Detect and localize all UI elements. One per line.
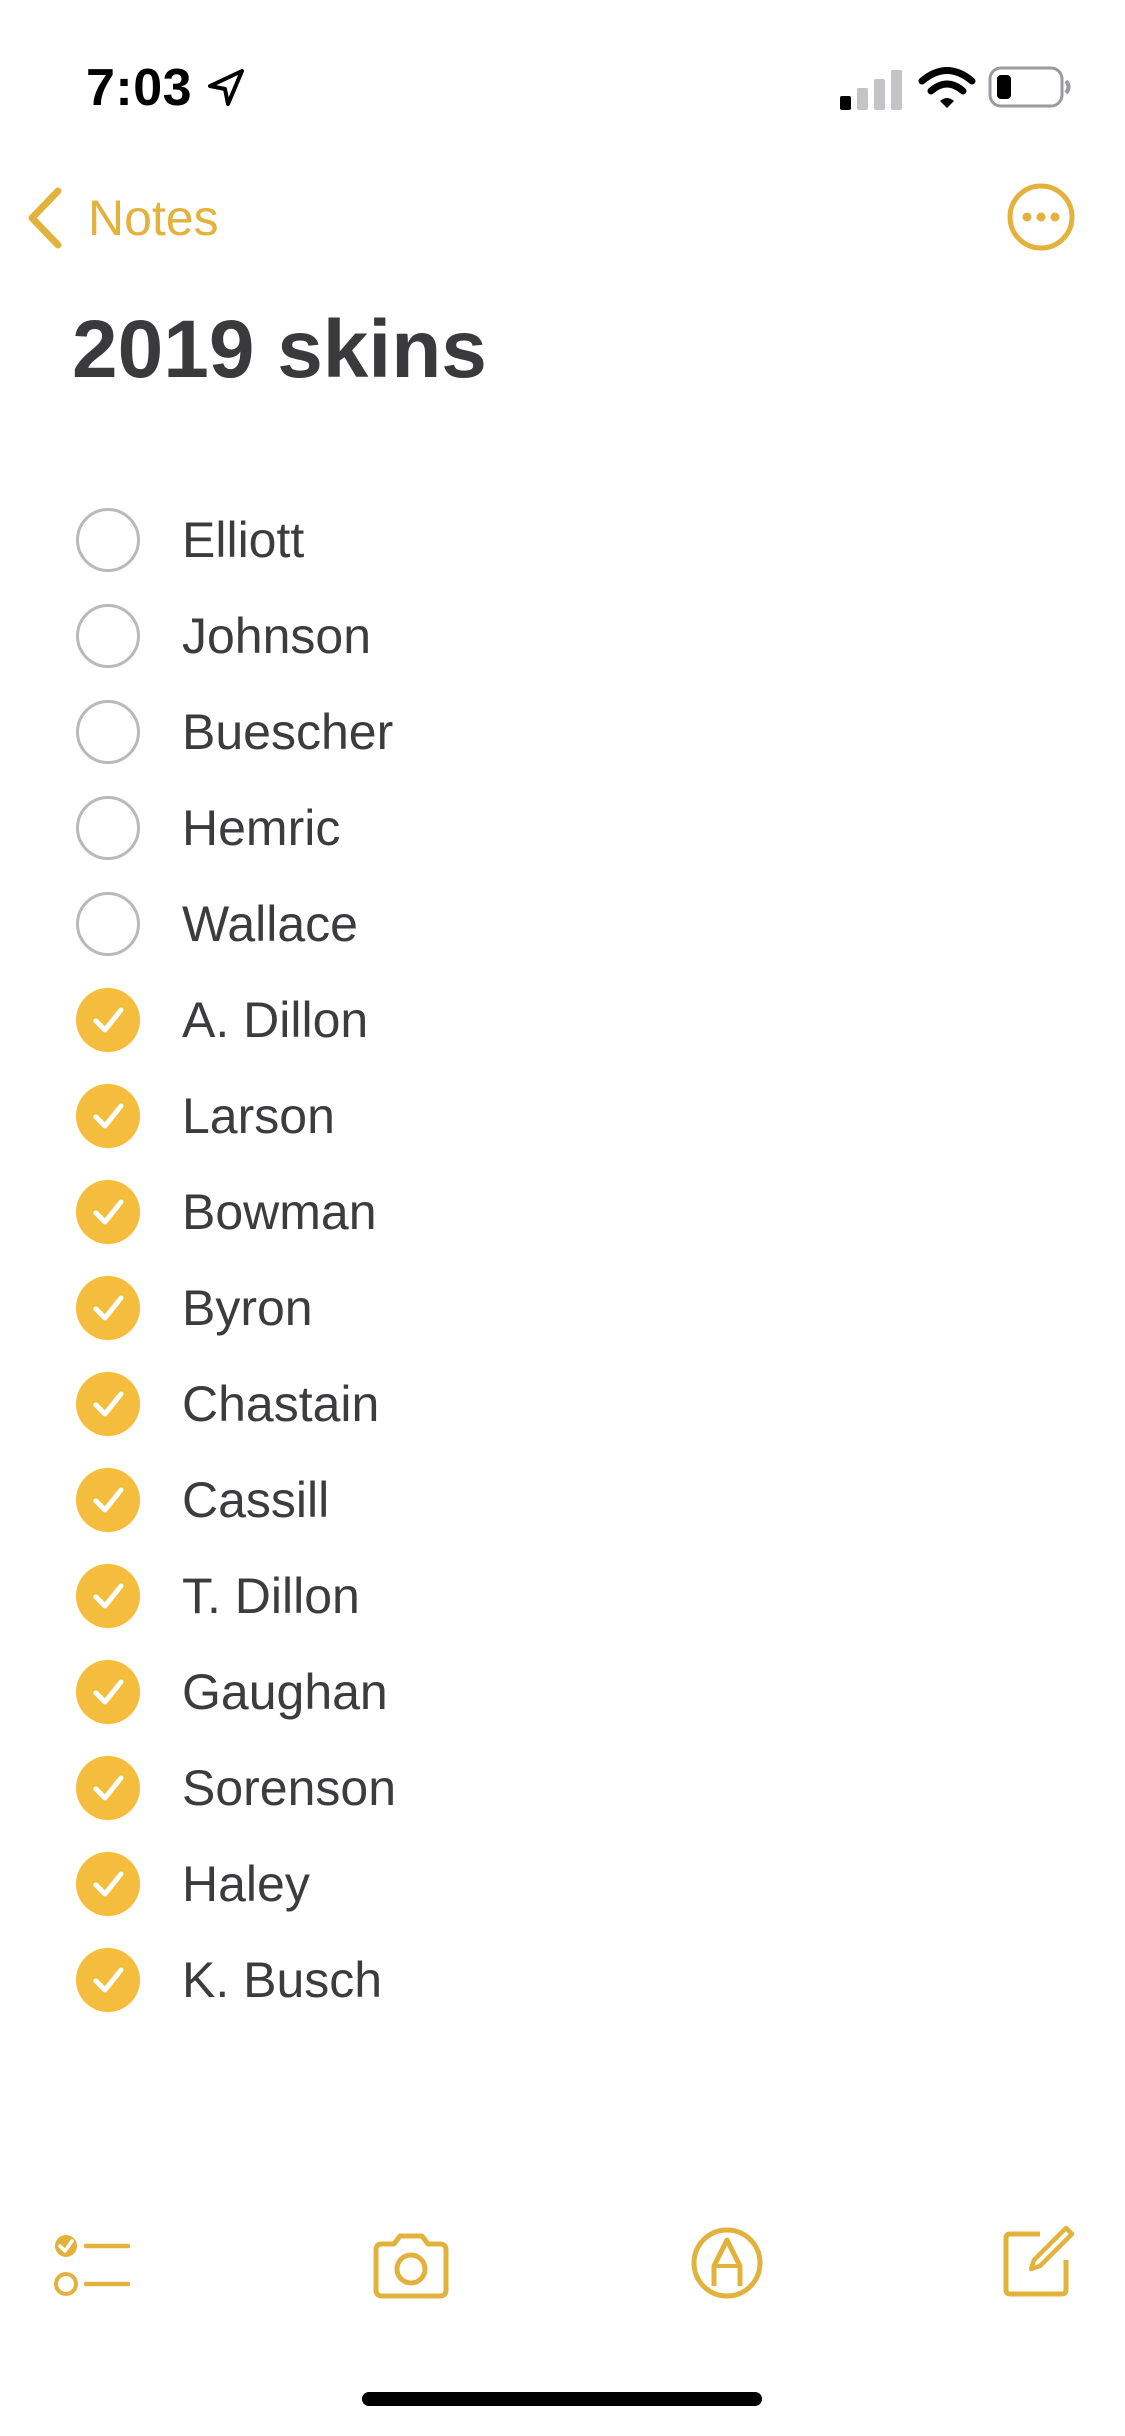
checklist-item-label: Larson <box>182 1088 335 1144</box>
checklist-item[interactable]: Sorenson <box>0 1740 1125 1836</box>
checkbox-unchecked-icon[interactable] <box>76 604 140 668</box>
checkbox-checked-icon[interactable] <box>76 1852 140 1916</box>
checklist-item-label: Cassill <box>182 1472 330 1528</box>
checklist-item[interactable]: T. Dillon <box>0 1548 1125 1644</box>
chevron-left-icon <box>28 187 62 249</box>
checkbox-checked-icon[interactable] <box>76 1756 140 1820</box>
camera-icon[interactable] <box>370 2230 452 2302</box>
home-indicator <box>362 2392 762 2406</box>
checklist-icon[interactable] <box>52 2232 130 2304</box>
checkbox-checked-icon[interactable] <box>76 1180 140 1244</box>
checklist-item-label: Elliott <box>182 512 305 568</box>
checklist-item[interactable]: A. Dillon <box>0 972 1125 1068</box>
compose-icon[interactable] <box>1000 2224 1076 2300</box>
checkbox-checked-icon[interactable] <box>76 1660 140 1724</box>
checkbox-checked-icon[interactable] <box>76 1276 140 1340</box>
checkbox-unchecked-icon[interactable] <box>76 700 140 764</box>
checklist-item[interactable]: Hemric <box>0 780 1125 876</box>
ellipsis-circle-icon[interactable] <box>1006 182 1076 252</box>
wifi-icon <box>918 67 976 108</box>
checkbox-checked-icon[interactable] <box>76 1468 140 1532</box>
battery-icon <box>988 66 1071 108</box>
checkbox-checked-icon[interactable] <box>76 1084 140 1148</box>
checkbox-checked-icon[interactable] <box>76 1948 140 2012</box>
checklist-item[interactable]: Buescher <box>0 684 1125 780</box>
checkbox-unchecked-icon[interactable] <box>76 508 140 572</box>
checklist-item-label: Hemric <box>182 800 341 856</box>
checklist-item-label: Chastain <box>182 1376 380 1432</box>
checklist-item-label: Bowman <box>182 1184 377 1240</box>
checklist-item[interactable]: Wallace <box>0 876 1125 972</box>
checklist-item-label: Sorenson <box>182 1760 397 1816</box>
markup-icon[interactable] <box>690 2226 764 2300</box>
checklist-item-label: Johnson <box>182 608 372 664</box>
checklist-item[interactable]: Haley <box>0 1836 1125 1932</box>
checklist-item[interactable]: Johnson <box>0 588 1125 684</box>
checkbox-checked-icon[interactable] <box>76 1564 140 1628</box>
status-time: 7:03 <box>86 59 193 117</box>
checklist: Elliott Johnson Buescher Hemric Wallace A. Di… <box>0 492 1125 2028</box>
back-label: Notes <box>88 190 219 246</box>
note-title[interactable]: 2019 skins <box>72 300 487 400</box>
checklist-item[interactable]: Byron <box>0 1260 1125 1356</box>
checklist-item[interactable]: Cassill <box>0 1452 1125 1548</box>
checklist-item[interactable]: Elliott <box>0 492 1125 588</box>
checklist-item[interactable]: Bowman <box>0 1164 1125 1260</box>
checkbox-unchecked-icon[interactable] <box>76 796 140 860</box>
checklist-item-label: Wallace <box>182 896 358 952</box>
bottom-toolbar <box>0 2210 1125 2330</box>
checklist-item-label: Haley <box>182 1856 310 1912</box>
checklist-item-label: Byron <box>182 1280 313 1336</box>
checklist-item[interactable]: Larson <box>0 1068 1125 1164</box>
nav-bar: Notes <box>0 160 1125 270</box>
checkbox-checked-icon[interactable] <box>76 988 140 1052</box>
checklist-item[interactable]: Chastain <box>0 1356 1125 1452</box>
checklist-item-label: A. Dillon <box>182 992 369 1048</box>
checklist-item-label: Gaughan <box>182 1664 388 1720</box>
checkbox-checked-icon[interactable] <box>76 1372 140 1436</box>
checklist-item-label: K. Busch <box>182 1952 383 2008</box>
checklist-item-label: T. Dillon <box>182 1568 360 1624</box>
status-bar: 7:03 <box>0 0 1125 150</box>
location-arrow-icon <box>208 69 244 106</box>
checklist-item[interactable]: K. Busch <box>0 1932 1125 2028</box>
checklist-item[interactable]: Gaughan <box>0 1644 1125 1740</box>
back-button[interactable]: Notes <box>24 186 219 250</box>
checklist-item-label: Buescher <box>182 704 394 760</box>
checkbox-unchecked-icon[interactable] <box>76 892 140 956</box>
cellular-signal-icon <box>840 70 902 110</box>
